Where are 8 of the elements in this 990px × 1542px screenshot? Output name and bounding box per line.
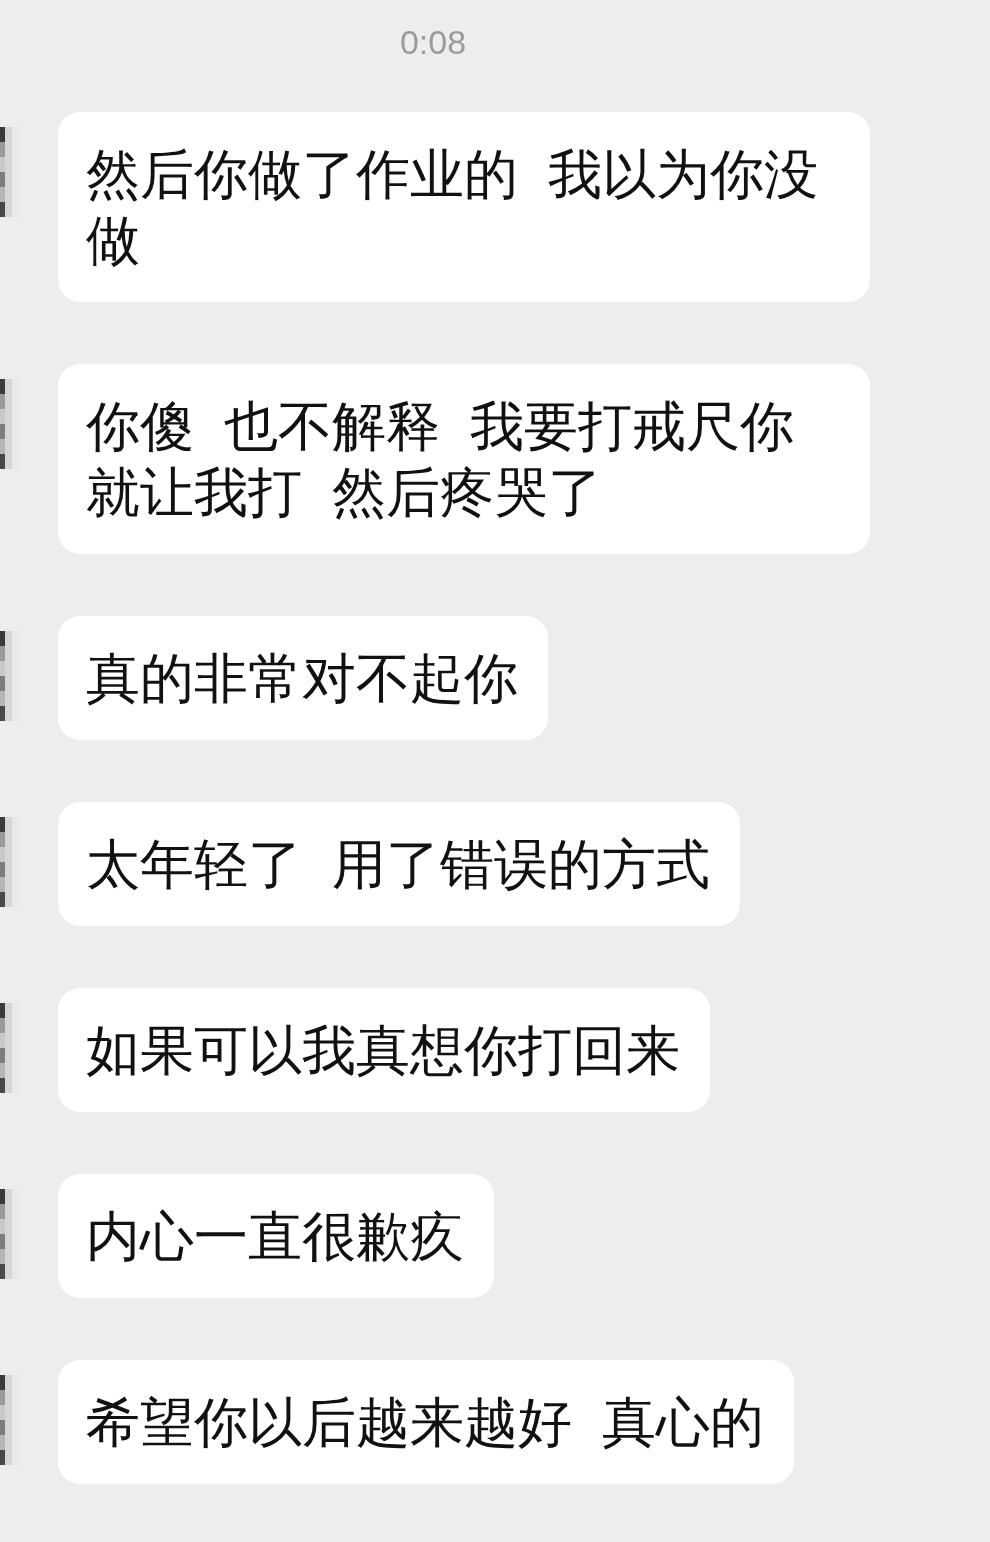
message-bubble: 太年轻了 用了错误的方式 [58,802,740,926]
message-bubble: 你傻 也不解释 我要打戒尺你就让我打 然后疼哭了 [58,364,870,554]
message-bubble: 内心一直很歉疚 [58,1174,494,1298]
message-bubble: 希望你以后越来越好 真心的 [58,1360,794,1484]
message-bubble: 然后你做了作业的 我以为你没做 [58,112,870,302]
timestamp: 0:08 [399,22,467,62]
message-bubble: 如果可以我真想你打回来 [58,988,710,1112]
message-bubble: 真的非常对不起你 [58,616,548,740]
